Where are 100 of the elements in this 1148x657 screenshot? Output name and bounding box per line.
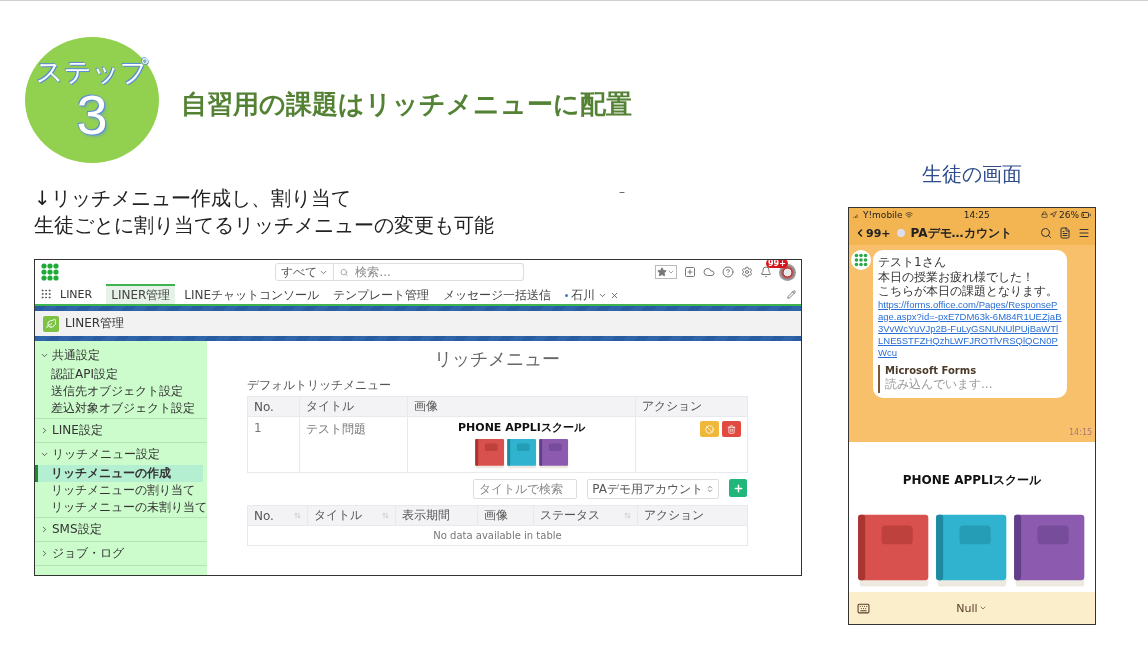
search-icon: [340, 267, 349, 277]
bell-icon[interactable]: [760, 266, 772, 278]
pencil-icon[interactable]: [787, 289, 796, 299]
nav-tab[interactable]: LINER管理: [106, 284, 176, 304]
star-icon: [657, 267, 667, 277]
column-label: ステータス: [540, 507, 600, 524]
status-time: 14:25: [963, 209, 990, 220]
rich-menu-caption: PHONE APPLIスクール: [902, 472, 1042, 489]
column-header: アクション: [637, 505, 748, 526]
search-input[interactable]: 検索...: [353, 264, 517, 280]
sidebar-item[interactable]: リッチメニューの作成: [35, 465, 203, 482]
chevron-right-icon: [40, 525, 49, 534]
caret-icon: [667, 268, 675, 276]
account-select[interactable]: PAデモ用アカウント: [587, 479, 719, 499]
message-text: こちらが本日の課題となります。: [878, 284, 1059, 299]
sidebar-group[interactable]: LINE設定: [35, 420, 207, 441]
table-cell: 1: [247, 416, 300, 473]
settings-icon[interactable]: [741, 266, 753, 278]
column-header: 表示期間: [395, 505, 478, 526]
message-text: テスト1さん: [878, 255, 947, 270]
menu-icon[interactable]: [1078, 227, 1090, 239]
sidebar-group[interactable]: ジョブ・ログ: [35, 543, 207, 564]
lock-icon: [1041, 211, 1048, 218]
section-title: デフォルトリッチメニュー: [247, 377, 392, 394]
sort-icon: [382, 512, 389, 519]
preview-title: Microsoft Forms: [885, 364, 978, 376]
add-icon[interactable]: [684, 266, 696, 278]
column-label: タイトル: [314, 507, 362, 524]
sidebar-group[interactable]: SMS設定: [35, 519, 207, 540]
column-header[interactable]: タイトル: [307, 505, 396, 526]
column-label: No.: [254, 508, 274, 523]
scope-dropdown[interactable]: すべて: [275, 263, 334, 281]
page-header-title: LINER管理: [65, 315, 125, 332]
slide-title: 自習用の課題はリッチメニューに配置: [181, 87, 632, 121]
message-text: 本日の授業お疲れ様でした！: [878, 269, 1035, 284]
sidebar-item[interactable]: リッチメニューの割り当て: [35, 482, 203, 499]
record-icon: [565, 293, 569, 297]
column-header: タイトル: [299, 396, 408, 417]
app-name: LINER: [60, 287, 93, 301]
favorites-button[interactable]: [655, 265, 677, 279]
close-icon: [610, 290, 620, 300]
chevron-down-icon: [40, 351, 49, 360]
leaf-icon: [43, 315, 59, 332]
trash-icon: [727, 424, 736, 434]
carrier-name: Y!mobile: [863, 209, 903, 220]
message-time: 14:15: [1069, 428, 1093, 437]
notification-count: 99+: [766, 260, 788, 268]
chat-name: PAデモ…カウント: [910, 224, 1012, 242]
nav-tab[interactable]: LINEチャットコンソール: [179, 284, 325, 304]
nav-tab[interactable]: メッセージ一括送信: [438, 284, 557, 304]
back-button[interactable]: 99+: [854, 226, 891, 240]
column-header[interactable]: ステータス: [533, 505, 638, 526]
column-header: 画像: [477, 505, 534, 526]
menu-image-caption: PHONE APPLIスクール: [458, 420, 585, 435]
phone-caption: 生徒の画面: [922, 161, 1022, 187]
ban-icon: [705, 424, 714, 434]
sidebar-item[interactable]: 送信先オブジェクト設定: [35, 383, 203, 400]
caret-icon: [978, 604, 987, 612]
sidebar-group[interactable]: 共通設定: [35, 345, 207, 366]
battery-percent: 26%: [1059, 209, 1079, 220]
sort-caret-icon: [706, 485, 714, 493]
chevron-down-icon: [40, 450, 49, 459]
form-link[interactable]: https://forms.office.com/Pages/ResponsePage.aspx?id=-pxE7DM63k-6M84R1UEZjaB3VvWcYuVJp2B-FuLyGSNUNUlPUjBaWTlLNE5STFZHQzhLWFJROTlVRSQlQCN0PWcu: [878, 298, 1062, 359]
sidebar-item[interactable]: 差込対象オブジェクト設定: [35, 400, 203, 417]
cloud-icon[interactable]: [703, 266, 715, 278]
preview-status: 読み込んでいます...: [885, 375, 994, 393]
note-icon[interactable]: [1059, 227, 1071, 239]
sidebar-group[interactable]: リッチメニュー設定: [35, 444, 207, 465]
keyboard-icon[interactable]: [857, 601, 870, 615]
nav-tab[interactable]: 石川: [560, 284, 625, 304]
menu-toggle[interactable]: Null: [956, 601, 1001, 615]
help-icon[interactable]: [722, 266, 734, 278]
column-header[interactable]: No.: [247, 505, 308, 526]
chevron-right-icon: [40, 426, 49, 435]
dot-grid-logo-icon: [40, 262, 60, 282]
page-heading: リッチメニュー: [433, 347, 561, 371]
sort-icon: [294, 512, 301, 519]
chevron-right-icon: [40, 549, 49, 558]
chat-avatar-icon: [896, 229, 905, 237]
sort-icon: [624, 512, 631, 519]
add-button[interactable]: [729, 479, 747, 497]
bot-avatar-icon: [851, 250, 871, 270]
search-field[interactable]: 検索...: [334, 263, 524, 281]
nav-tab[interactable]: テンプレート管理: [328, 284, 435, 304]
column-header: アクション: [635, 396, 748, 417]
column-header: 画像: [407, 396, 636, 417]
wifi-icon: [904, 210, 913, 219]
sidebar-item[interactable]: 認証API設定: [35, 366, 203, 383]
description-text: ↓リッチメニュー作成し、割り当て: [34, 185, 352, 212]
step-label: ステップ: [36, 57, 148, 87]
location-icon: [1050, 211, 1057, 218]
app-launcher-icon[interactable]: [40, 288, 52, 300]
delete-button[interactable]: [722, 421, 741, 437]
step-number: 3: [76, 87, 108, 143]
column-header: No.: [247, 396, 300, 417]
search-icon[interactable]: [1040, 227, 1052, 239]
empty-table-message: No data available in table: [247, 525, 748, 546]
title-search-field[interactable]: タイトルで検索: [473, 479, 578, 499]
battery-icon: [1081, 209, 1091, 220]
description-text: 生徒ごとに割り当てるリッチメニューの変更も可能: [34, 212, 494, 239]
